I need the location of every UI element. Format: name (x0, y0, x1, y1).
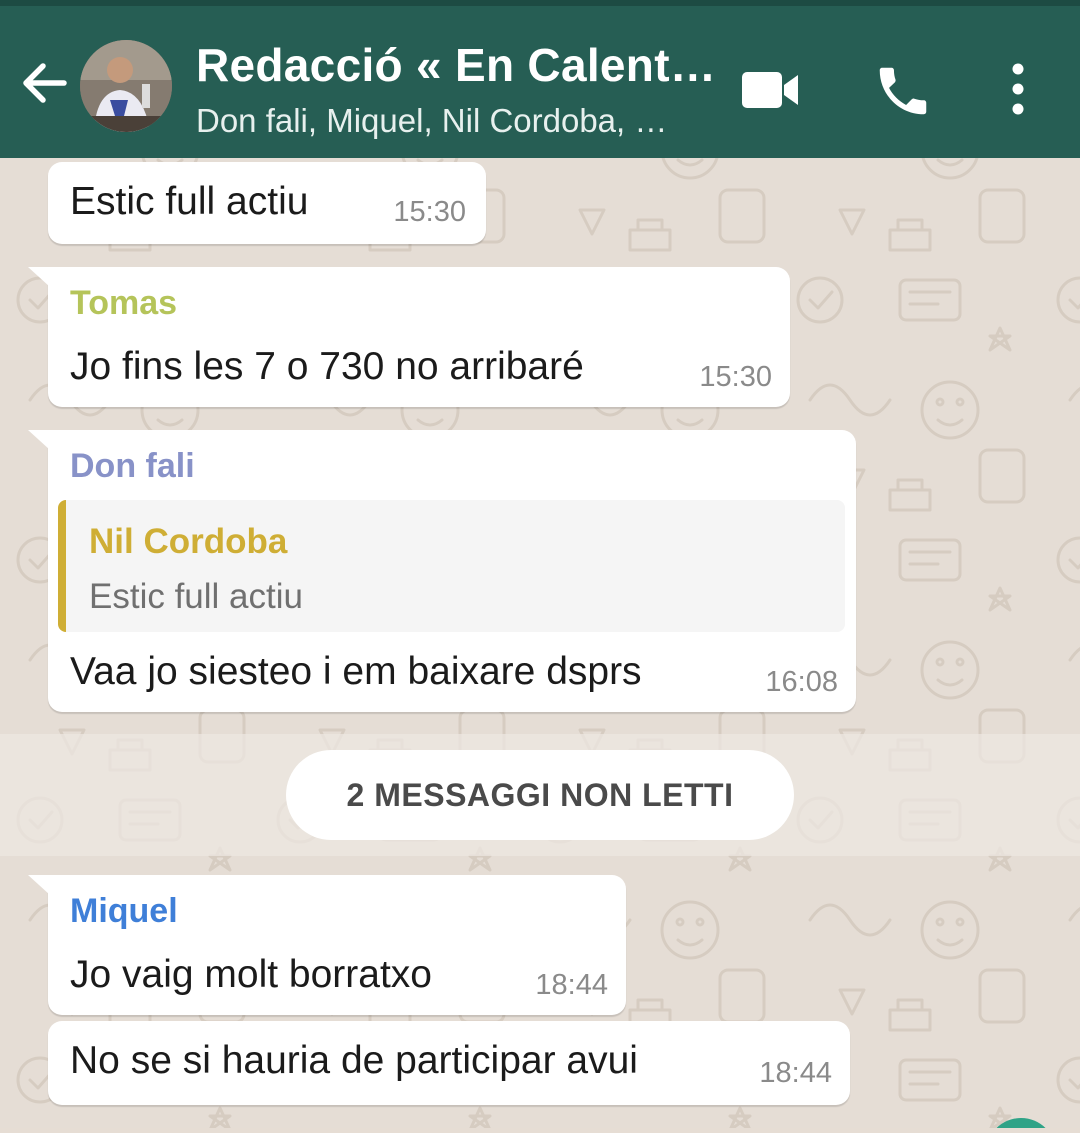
message-bubble[interactable]: Miquel Jo vaig molt borratxo 18:44 (28, 875, 626, 1015)
more-options-button[interactable] (1000, 60, 1036, 118)
chat-header: Redacció « En Calent… Don fali, Miquel, … (0, 0, 1080, 158)
message-time: 15:30 (699, 361, 772, 393)
voice-call-button[interactable] (872, 60, 934, 122)
message-time: 18:44 (759, 1057, 832, 1089)
unread-messages-divider: 2 MESSAGGI NON LETTI (286, 750, 794, 840)
group-avatar[interactable] (80, 40, 172, 132)
chat-participants[interactable]: Don fali, Miquel, Nil Cordoba, … (196, 102, 716, 140)
scroll-down-button[interactable] (986, 1118, 1056, 1128)
message-bubble[interactable]: Don fali Nil Cordoba Estic full actiu Va… (28, 430, 856, 712)
message-text: Vaa jo siesteo i em baixare dsprs (70, 650, 642, 693)
chat-title[interactable]: Redacció « En Calent… (196, 38, 716, 92)
message-text: Estic full actiu (70, 180, 309, 223)
quoted-sender: Nil Cordoba (89, 522, 288, 561)
sender-name[interactable]: Miquel (70, 892, 178, 931)
back-button[interactable] (18, 56, 72, 110)
message-bubble[interactable]: Tomas Jo fins les 7 o 730 no arribaré 15… (28, 267, 790, 407)
message-text: Jo fins les 7 o 730 no arribaré (70, 345, 584, 388)
bubble-tail (28, 430, 50, 450)
video-call-icon (742, 72, 798, 108)
message-time: 15:30 (393, 196, 466, 228)
bubble-tail (28, 875, 50, 895)
bubble-tail (28, 267, 50, 287)
quoted-text: Estic full actiu (89, 577, 303, 616)
more-vert-icon (1012, 63, 1024, 115)
video-call-button[interactable] (740, 68, 802, 112)
message-text: No se si hauria de participar avui (70, 1039, 638, 1082)
quoted-message[interactable]: Nil Cordoba Estic full actiu (58, 500, 845, 632)
fab-circle (986, 1118, 1056, 1128)
sender-name[interactable]: Tomas (70, 284, 177, 323)
quote-accent-bar (58, 500, 66, 632)
message-text: Jo vaig molt borratxo (70, 953, 432, 996)
avatar-image (80, 40, 172, 132)
message-bubble[interactable]: No se si hauria de participar avui 18:44 (48, 1021, 850, 1105)
message-time: 18:44 (535, 969, 608, 1001)
sender-name[interactable]: Don fali (70, 447, 195, 486)
phone-icon (879, 67, 927, 115)
message-time: 16:08 (765, 666, 838, 698)
message-bubble[interactable]: Estic full actiu 15:30 (48, 162, 486, 244)
back-arrow-icon (23, 63, 67, 103)
